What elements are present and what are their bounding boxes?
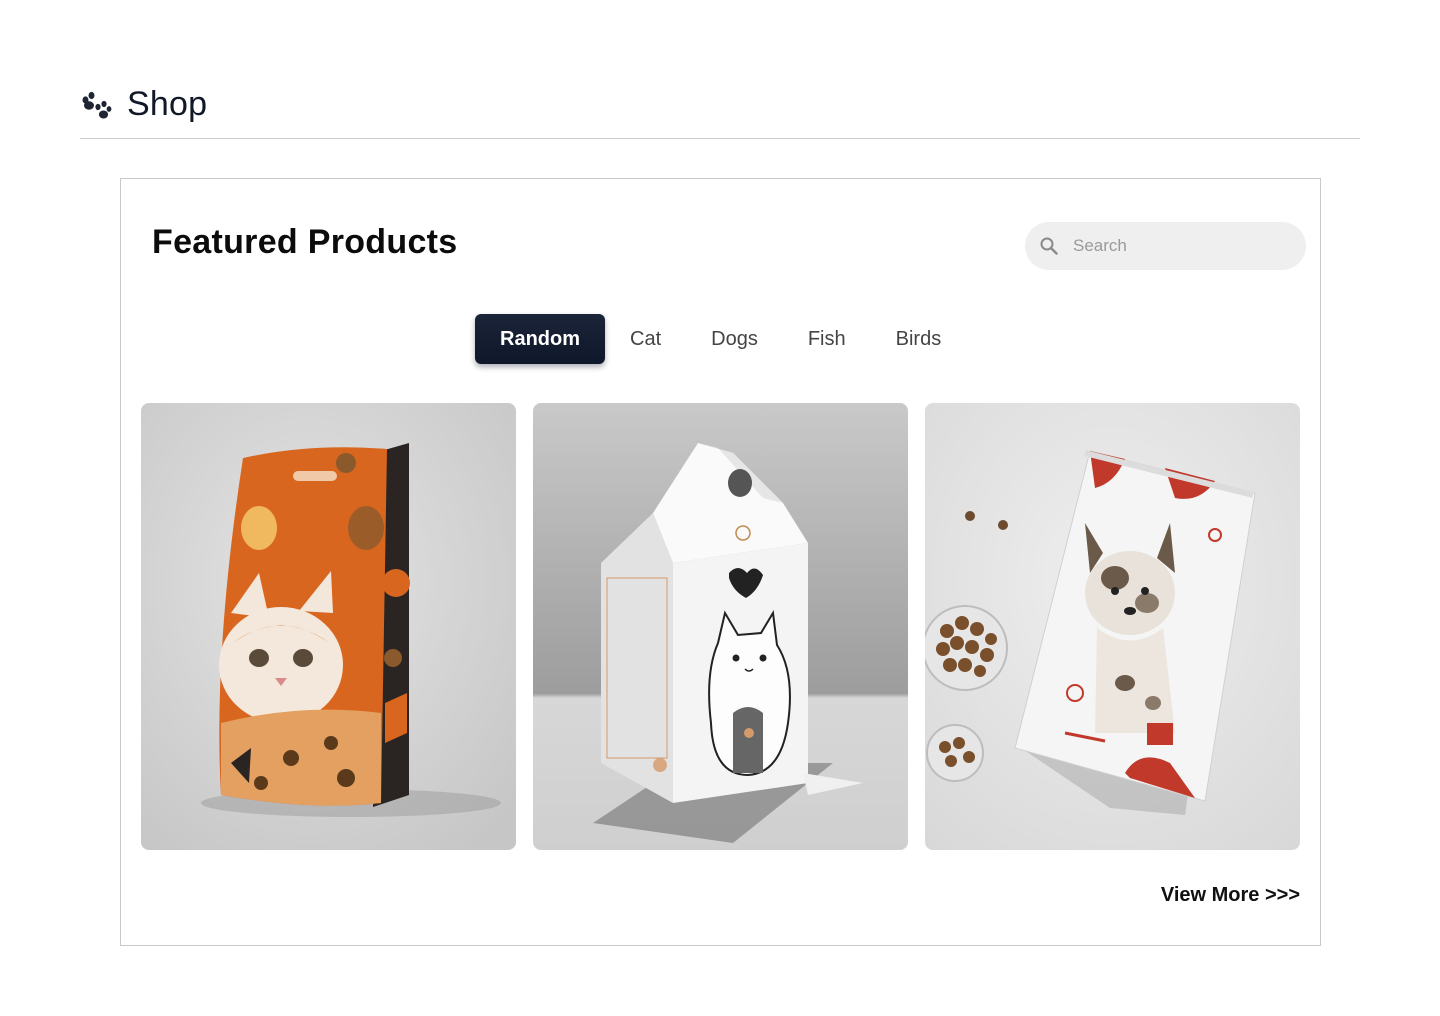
product-image <box>533 403 908 850</box>
featured-products-panel: Featured Products Random Cat Dogs Fish B… <box>120 178 1321 946</box>
tab-random[interactable]: Random <box>475 314 605 364</box>
category-tabs: Random Cat Dogs Fish Birds <box>475 314 966 364</box>
page-title: Shop <box>127 85 208 123</box>
view-more-link[interactable]: View More >>> <box>1161 884 1300 907</box>
tab-fish[interactable]: Fish <box>783 314 871 364</box>
product-image <box>925 403 1300 850</box>
product-card-cat-box[interactable] <box>533 403 908 850</box>
tab-dogs[interactable]: Dogs <box>686 314 783 364</box>
search-input[interactable] <box>1071 235 1285 257</box>
tab-birds[interactable]: Birds <box>871 314 967 364</box>
page-header: Shop <box>80 80 1360 139</box>
search-box[interactable] <box>1025 222 1306 270</box>
product-image <box>141 403 516 850</box>
paw-icon <box>82 91 112 119</box>
search-icon <box>1040 237 1058 255</box>
product-card-dog-pouch[interactable] <box>925 403 1300 850</box>
product-card-cat-pouch[interactable] <box>141 403 516 850</box>
tab-cat[interactable]: Cat <box>605 314 686 364</box>
section-title: Featured Products <box>152 223 458 261</box>
